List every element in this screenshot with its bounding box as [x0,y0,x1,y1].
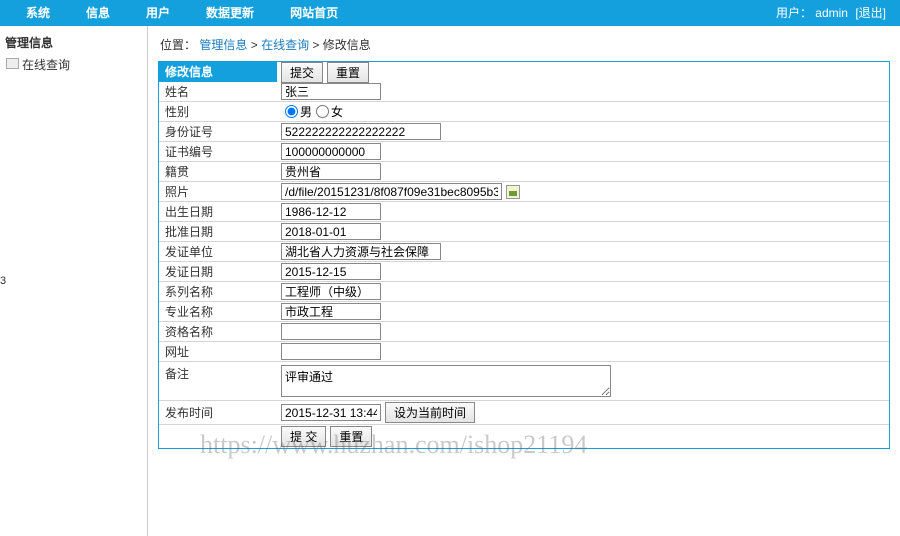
nav-data-update[interactable]: 数据更新 [188,0,272,26]
footer-submit-button[interactable]: 提 交 [281,426,326,447]
issue-date-field[interactable] [281,263,381,280]
gender-female-radio[interactable] [316,105,329,118]
label-cert-no: 证书编号 [159,143,277,160]
label-issuer: 发证单位 [159,243,277,260]
panel-title: 修改信息 [159,62,277,82]
panel-header: 修改信息 提交 重置 [159,62,889,82]
cert-no-field[interactable] [281,143,381,160]
publish-time-field[interactable] [281,404,381,421]
name-field[interactable] [281,83,381,100]
footer-reset-button[interactable]: 重置 [330,426,372,447]
label-approve: 批准日期 [159,223,277,240]
username: admin [815,6,848,20]
issuer-field[interactable] [281,243,441,260]
url-field[interactable] [281,343,381,360]
breadcrumb-sep: > [312,38,322,52]
sidebar: 管理信息 在线查询 [0,26,148,536]
header-submit-button[interactable]: 提交 [281,62,323,83]
main: 位置： 管理信息 > 在线查询 > 修改信息 修改信息 提交 重置 姓名 性别 [148,26,900,536]
label-native: 籍贯 [159,163,277,180]
page-edge-number: 3 [0,275,6,287]
gender-male-radio[interactable] [285,105,298,118]
label-issue-date: 发证日期 [159,263,277,280]
label-idcard: 身份证号 [159,123,277,140]
gender-female-label: 女 [331,103,343,120]
photo-picker-icon[interactable] [506,185,520,199]
label-publish: 发布时间 [159,404,277,421]
nav-info[interactable]: 信息 [68,0,128,26]
nav-site-home[interactable]: 网站首页 [272,0,356,26]
qualif-field[interactable] [281,323,381,340]
major-field[interactable] [281,303,381,320]
native-field[interactable] [281,163,381,180]
gender-male-label: 男 [300,103,312,120]
user-label: 用户： [776,6,812,20]
breadcrumb-manage-info[interactable]: 管理信息 [199,38,247,52]
breadcrumb: 位置： 管理信息 > 在线查询 > 修改信息 [158,32,890,61]
breadcrumb-online-query[interactable]: 在线查询 [261,38,309,52]
label-birth: 出生日期 [159,203,277,220]
top-nav-right: 用户： admin [退出] [776,0,892,26]
idcard-field[interactable] [281,123,441,140]
approve-field[interactable] [281,223,381,240]
edit-panel: 修改信息 提交 重置 姓名 性别 男 女 身份证号 [158,61,890,449]
nav-system[interactable]: 系统 [8,0,68,26]
nav-user[interactable]: 用户 [128,0,188,26]
top-nav: 系统 信息 用户 数据更新 网站首页 用户： admin [退出] [0,0,900,26]
label-gender: 性别 [159,103,277,120]
remark-textarea[interactable] [281,365,611,397]
header-reset-button[interactable]: 重置 [327,62,369,83]
label-remark: 备注 [159,365,277,382]
label-photo: 照片 [159,183,277,200]
series-field[interactable] [281,283,381,300]
top-nav-left: 系统 信息 用户 数据更新 网站首页 [8,0,356,26]
label-major: 专业名称 [159,303,277,320]
breadcrumb-edit-info: 修改信息 [323,38,371,52]
breadcrumb-prefix: 位置： [160,38,196,52]
photo-field[interactable] [281,183,502,200]
birth-field[interactable] [281,203,381,220]
logout-link[interactable]: [退出] [855,6,886,20]
sidebar-item-online-query[interactable]: 在线查询 [4,53,143,76]
label-name: 姓名 [159,83,277,100]
label-url: 网址 [159,343,277,360]
sidebar-title: 管理信息 [4,32,143,53]
label-series: 系列名称 [159,283,277,300]
label-qualif: 资格名称 [159,323,277,340]
set-now-button[interactable]: 设为当前时间 [385,402,475,423]
breadcrumb-sep: > [251,38,261,52]
